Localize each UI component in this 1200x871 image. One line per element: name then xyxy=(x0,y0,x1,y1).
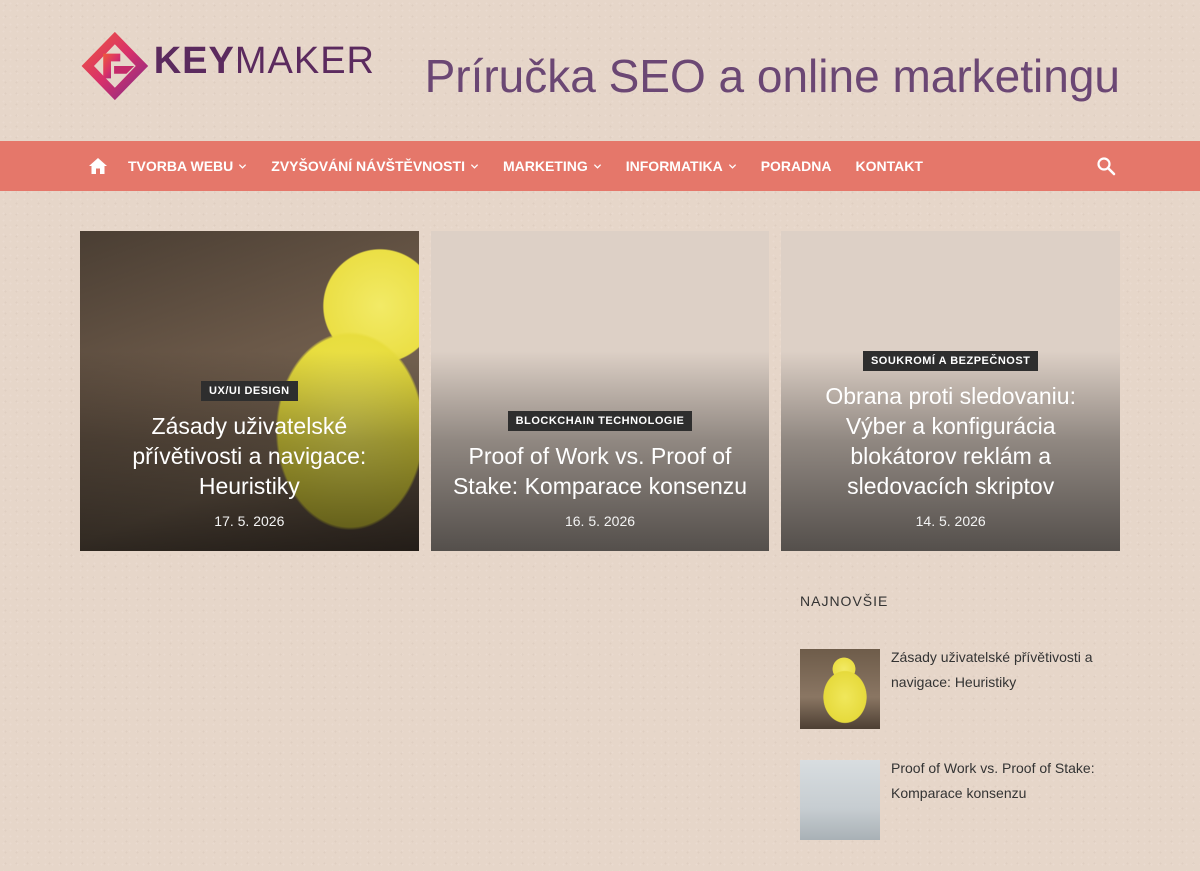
home-icon xyxy=(89,158,107,174)
nav-item-label: TVORBA WEBU xyxy=(128,158,234,174)
list-item[interactable]: Zásady uživatelské přívětivosti a naviga… xyxy=(800,649,1120,729)
post-thumbnail[interactable] xyxy=(800,760,880,840)
category-badge[interactable]: SOUKROMÍ A BEZPEČNOST xyxy=(862,351,1039,371)
nav-item-label: PORADNA xyxy=(760,158,832,174)
nav-item-label: INFORMATIKA xyxy=(625,158,723,174)
featured-card[interactable]: BLOCKCHAIN TECHNOLOGIE Proof of Work vs.… xyxy=(430,231,770,551)
card-title[interactable]: Obrana proti sledovaniu: Výber a konfigu… xyxy=(801,381,1100,501)
card-date: 17. 5. 2026 xyxy=(214,513,285,529)
post-title[interactable]: Zásady uživatelské přívětivosti a naviga… xyxy=(891,645,1120,695)
site-title[interactable]: Príručka SEO a online marketingu xyxy=(425,48,1120,104)
featured-card[interactable]: SOUKROMÍ A BEZPEČNOST Obrana proti sledo… xyxy=(781,231,1121,551)
chevron-down-icon xyxy=(593,163,601,169)
logo-mark-icon xyxy=(81,31,149,101)
chevron-down-icon xyxy=(728,163,736,169)
nav-item-poradna[interactable]: PORADNA xyxy=(761,141,832,191)
search-icon[interactable] xyxy=(1096,156,1116,176)
home-link[interactable] xyxy=(80,141,116,191)
post-thumbnail[interactable] xyxy=(800,649,880,729)
chevron-down-icon xyxy=(239,163,247,169)
site-logo[interactable]: KEYMAKER xyxy=(80,20,375,112)
card-title[interactable]: Proof of Work vs. Proof of Stake: Kompar… xyxy=(451,441,750,501)
site-header: KEYMAKER Príručka SEO a online marketing… xyxy=(0,0,1200,141)
card-date: 14. 5. 2026 xyxy=(915,513,986,529)
post-title[interactable]: Proof of Work vs. Proof of Stake: Kompar… xyxy=(891,756,1120,806)
nav-item-label: MARKETING xyxy=(502,158,588,174)
nav-item-informatika[interactable]: INFORMATIKA xyxy=(626,141,737,191)
logo-key-text: KEY xyxy=(153,39,235,82)
chevron-down-icon xyxy=(470,163,479,169)
category-badge[interactable]: BLOCKCHAIN TECHNOLOGIE xyxy=(507,411,693,431)
nav-item-zvysovani-navstevnosti[interactable]: ZVYŠOVÁNÍ NÁVŠTĚVNOSTI xyxy=(271,141,479,191)
nav-item-marketing[interactable]: MARKETING xyxy=(503,141,602,191)
featured-card[interactable]: UX/UI DESIGN Zásady uživatelské přívětiv… xyxy=(80,231,419,551)
sidebar-latest: NAJNOVŠIE Zásady uživatelské přívětivost… xyxy=(800,590,1120,871)
featured-posts: UX/UI DESIGN Zásady uživatelské přívětiv… xyxy=(80,231,1121,551)
category-badge[interactable]: UX/UI DESIGN xyxy=(201,381,298,401)
card-date: 16. 5. 2026 xyxy=(564,513,636,529)
list-item[interactable]: Proof of Work vs. Proof of Stake: Kompar… xyxy=(800,760,1120,840)
nav-item-label: ZVYŠOVÁNÍ NÁVŠTĚVNOSTI xyxy=(271,158,465,174)
card-title[interactable]: Zásady uživatelské přívětivosti a naviga… xyxy=(100,411,399,501)
main-navigation: TVORBA WEBU ZVYŠOVÁNÍ NÁVŠTĚVNOSTI MARKE… xyxy=(0,141,1200,191)
logo-maker-text: MAKER xyxy=(234,39,375,82)
nav-item-label: KONTAKT xyxy=(855,158,923,174)
nav-item-tvorba-webu[interactable]: TVORBA WEBU xyxy=(128,141,247,191)
sidebar-title: NAJNOVŠIE xyxy=(800,593,889,609)
nav-item-kontakt[interactable]: KONTAKT xyxy=(855,141,922,191)
